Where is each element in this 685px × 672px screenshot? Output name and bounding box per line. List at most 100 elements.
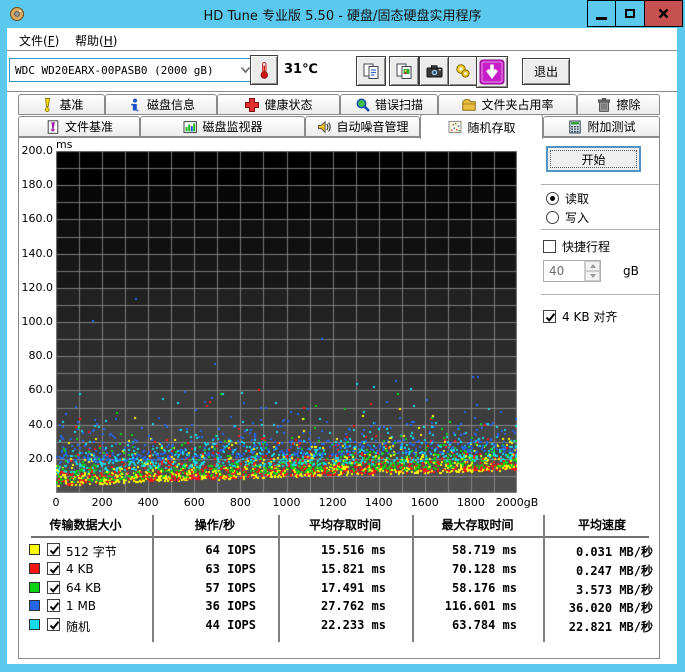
cell-avg: 22.233 ms: [320, 618, 386, 633]
tab-随机存取[interactable]: 随机存取: [420, 114, 543, 139]
temperature-label: 31℃: [284, 62, 318, 77]
series-checkbox[interactable]: [47, 580, 60, 594]
cell-speed: 36.020 MB/秒: [568, 601, 653, 616]
radio-read[interactable]: 读取: [546, 190, 589, 207]
tab-文件夹占用率[interactable]: 文件夹占用率: [438, 94, 577, 115]
camera-icon: [425, 62, 444, 81]
cell-speed: 0.247 MB/秒: [575, 563, 653, 578]
series-checkbox[interactable]: [47, 618, 60, 632]
extra-tests-icon: [567, 119, 583, 135]
spinner: [584, 261, 600, 281]
tab-基准[interactable]: 基准: [18, 94, 105, 115]
series-label: 4 KB: [66, 561, 94, 576]
cell-avg: 15.821 ms: [320, 561, 386, 576]
series-color-swatch: [29, 619, 40, 631]
series-checkbox[interactable]: [47, 561, 60, 575]
keys-icon: [454, 62, 473, 81]
tab-自动噪音管理[interactable]: 自动噪音管理: [305, 116, 420, 137]
spin-up-icon: [589, 264, 596, 268]
y-tick-label: 60.0: [28, 383, 54, 397]
tab-label: 随机存取: [467, 120, 516, 135]
exit-button[interactable]: 退出: [522, 58, 570, 85]
tab-磁盘信息[interactable]: 磁盘信息: [105, 94, 217, 115]
short-stroke-checkbox-control: [543, 240, 556, 253]
tab-附加测试[interactable]: 附加测试: [543, 116, 660, 137]
screenshot-button[interactable]: [419, 56, 449, 86]
short-stroke-checkbox[interactable]: 快捷行程: [543, 238, 610, 255]
cell-speed: 3.573 MB/秒: [575, 582, 653, 597]
file-benchmark-icon: [45, 119, 61, 135]
disk-monitor-icon: [182, 119, 198, 135]
cell-max: 58.719 ms: [451, 543, 517, 557]
keys-button[interactable]: [448, 56, 478, 86]
y-tick-label: 80.0: [28, 349, 54, 363]
tab-健康状态[interactable]: 健康状态: [217, 94, 340, 115]
cell-max: 58.176 ms: [451, 580, 517, 595]
tab-错误扫描[interactable]: 错误扫描: [340, 94, 438, 115]
align-4kb-checkbox[interactable]: 4 KB 对齐: [543, 308, 617, 325]
tab-label: 磁盘监视器: [202, 120, 263, 134]
y-tick-label: 40.0: [28, 417, 54, 431]
copy-image-button[interactable]: [389, 56, 419, 86]
cell-ops: 44 IOPS: [205, 618, 256, 633]
short-stroke-size-value: 40: [549, 264, 565, 278]
radio-write-label: 写入: [565, 211, 590, 225]
tab-label: 擦除: [616, 98, 641, 112]
save-results-button[interactable]: [476, 56, 508, 88]
cell-max: 70.128 ms: [451, 561, 517, 576]
copy-text-icon: [362, 62, 381, 81]
series-color-swatch: [29, 544, 40, 555]
close-button[interactable]: [645, 0, 683, 27]
spin-down-icon: [589, 274, 596, 278]
maximize-button[interactable]: [615, 0, 645, 27]
series-checkbox[interactable]: [47, 543, 60, 556]
y-tick-label: 140.0: [21, 246, 54, 260]
tab-擦除[interactable]: 擦除: [577, 94, 660, 115]
temperature-button[interactable]: [250, 55, 278, 85]
cell-avg: 27.762 ms: [320, 599, 386, 614]
drive-select-dropdown[interactable]: WDC WD20EARX-00PASB0 (2000 gB): [9, 58, 255, 82]
health-cross-icon: [244, 97, 260, 113]
menu-item-f[interactable]: 文件(F): [15, 31, 63, 50]
series-color-swatch: [29, 581, 40, 593]
tab-文件基准[interactable]: 文件基准: [18, 116, 140, 137]
table-header-3: 最大存取时间: [441, 518, 514, 532]
radio-write[interactable]: 写入: [546, 209, 589, 226]
copy-image-icon: [395, 62, 414, 81]
access-time-scatter-plot: [56, 151, 517, 493]
cell-ops: 64 IOPS: [205, 543, 256, 557]
short-stroke-label: 快捷行程: [562, 240, 611, 254]
y-tick-label: 200.0: [21, 144, 54, 157]
eraser-trash-icon: [596, 97, 612, 113]
series-checkbox[interactable]: [47, 599, 60, 613]
tab-label: 附加测试: [587, 120, 636, 134]
series-label: 随机: [66, 620, 91, 635]
copy-text-button[interactable]: [356, 56, 386, 86]
menubar: 文件(F) 帮助(H): [7, 28, 677, 50]
hd-tune-window: HD Tune 专业版 5.50 - 硬盘/固态硬盘实用程序 文件(F) 帮助(H…: [0, 0, 685, 672]
series-label: 1 MB: [66, 599, 97, 614]
cell-avg: 15.516 ms: [320, 543, 386, 557]
window-title: HD Tune 专业版 5.50 - 硬盘/固态硬盘实用程序: [203, 9, 482, 24]
y-axis-unit-label: ms: [56, 138, 73, 151]
tab-label: 错误扫描: [374, 98, 423, 112]
tab-label: 健康状态: [264, 98, 313, 112]
close-icon: [658, 8, 669, 19]
tab-label: 基准: [59, 98, 84, 112]
random-scatter-icon: [447, 119, 463, 135]
y-tick-label: 100.0: [21, 315, 54, 328]
short-stroke-size-input[interactable]: 40: [543, 260, 601, 282]
menu-item-h[interactable]: 帮助(H): [71, 31, 121, 50]
maximize-icon: [625, 9, 635, 18]
tab-磁盘监视器[interactable]: 磁盘监视器: [140, 116, 305, 137]
folder-icon: [461, 97, 477, 113]
exclaim-icon: [39, 97, 55, 113]
minimize-button[interactable]: [587, 0, 615, 27]
table-header-4: 平均速度: [577, 518, 626, 532]
spin-up-button[interactable]: [585, 261, 600, 271]
cell-avg: 17.491 ms: [320, 580, 386, 595]
series-color-swatch: [29, 562, 40, 574]
spin-down-button[interactable]: [585, 271, 600, 281]
cell-max: 63.784 ms: [451, 618, 517, 633]
start-button[interactable]: 开始: [546, 146, 641, 172]
